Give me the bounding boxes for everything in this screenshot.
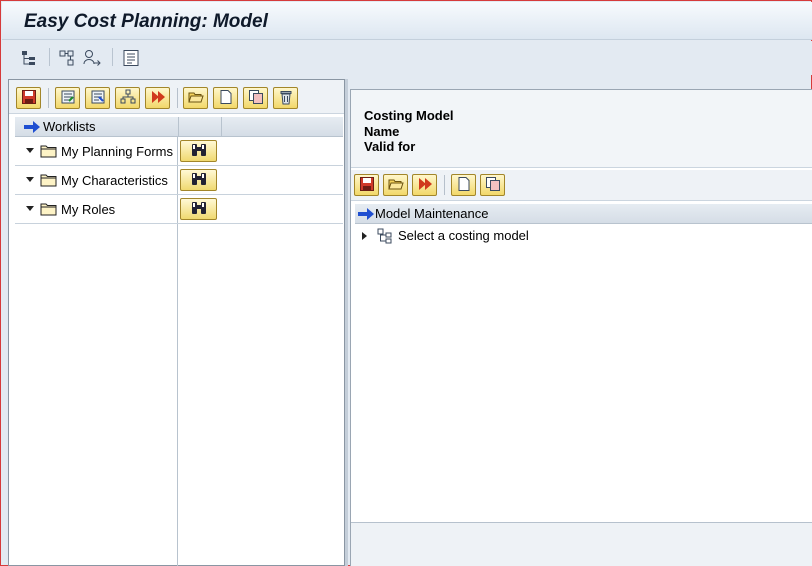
structure-icon[interactable] xyxy=(56,47,78,69)
open-folder-icon xyxy=(187,89,204,108)
toolbar-separator xyxy=(48,88,49,108)
new-document-button[interactable] xyxy=(451,174,476,196)
new-document-icon xyxy=(456,176,472,195)
new-document-icon xyxy=(218,89,234,108)
import-icon xyxy=(90,89,106,108)
toolbar-separator xyxy=(177,88,178,108)
model-pane: Costing Model Name Valid for Model Maint… xyxy=(350,89,812,566)
pane-splitter[interactable] xyxy=(345,79,348,566)
worklist-pane: Worklists My Planning Forms My Character… xyxy=(8,79,345,566)
copy-icon xyxy=(485,176,501,195)
costing-model-label: Costing Model xyxy=(364,108,454,123)
worklist-row-label[interactable]: My Characteristics xyxy=(61,173,168,188)
structure-icon xyxy=(377,228,393,247)
expand-triangle-icon[interactable] xyxy=(26,148,34,153)
binoculars-button[interactable] xyxy=(180,198,217,220)
worklist-toolbar xyxy=(9,80,344,114)
worklist-row-characteristics[interactable]: My Characteristics xyxy=(15,166,343,195)
column-divider xyxy=(221,117,222,137)
worklist-row-planning-forms[interactable]: My Planning Forms xyxy=(15,137,343,166)
open-folder-button[interactable] xyxy=(183,87,208,109)
delete-button[interactable] xyxy=(273,87,298,109)
binoculars-icon xyxy=(190,200,208,219)
binoculars-button[interactable] xyxy=(180,140,217,162)
trash-icon xyxy=(278,89,294,108)
execute-icon xyxy=(417,176,433,195)
arrow-right-icon xyxy=(357,207,375,224)
arrow-right-icon xyxy=(23,120,41,137)
copy-button[interactable] xyxy=(243,87,268,109)
column-divider xyxy=(178,117,179,137)
select-costing-model-node[interactable]: Select a costing model xyxy=(355,226,812,246)
window-frame: Easy Cost Planning: Model Worklists My P… xyxy=(0,0,812,566)
copy-icon xyxy=(248,89,264,108)
add-node-icon xyxy=(120,89,136,108)
new-document-button[interactable] xyxy=(213,87,238,109)
open-folder-button[interactable] xyxy=(383,174,408,196)
list-icon[interactable] xyxy=(120,47,142,69)
save-button[interactable] xyxy=(354,174,379,196)
expand-triangle-icon[interactable] xyxy=(26,206,34,211)
valid-for-label: Valid for xyxy=(364,139,416,154)
save-button[interactable] xyxy=(16,87,41,109)
import-button[interactable] xyxy=(85,87,110,109)
expand-triangle-icon[interactable] xyxy=(26,177,34,182)
folder-icon xyxy=(40,144,58,161)
toolbar-separator xyxy=(444,175,445,195)
worklist-row-label[interactable]: My Planning Forms xyxy=(61,144,173,159)
execute-button[interactable] xyxy=(145,87,170,109)
model-maintenance-label: Model Maintenance xyxy=(375,206,489,221)
save-icon xyxy=(359,176,375,195)
toolbar-separator xyxy=(112,48,113,66)
export-icon xyxy=(60,89,76,108)
execute-icon xyxy=(150,89,166,108)
expand-triangle-icon[interactable] xyxy=(362,232,367,240)
model-maintenance-header: Model Maintenance xyxy=(355,204,812,224)
folder-icon xyxy=(40,202,58,219)
binoculars-icon xyxy=(190,171,208,190)
add-node-button[interactable] xyxy=(115,87,140,109)
worklist-row-roles[interactable]: My Roles xyxy=(15,195,343,224)
copy-button[interactable] xyxy=(480,174,505,196)
model-bottom-area xyxy=(351,522,812,566)
name-label: Name xyxy=(364,124,400,139)
toolbar-separator xyxy=(49,48,50,66)
user-goto-icon[interactable] xyxy=(81,47,103,69)
worklist-header: Worklists xyxy=(15,117,343,137)
model-header: Costing Model Name Valid for xyxy=(351,90,812,168)
save-icon xyxy=(21,89,37,108)
folder-icon xyxy=(40,173,58,190)
worklist-row-label[interactable]: My Roles xyxy=(61,202,115,217)
model-toolbar xyxy=(351,170,812,201)
page-title: Easy Cost Planning: Model xyxy=(24,11,268,32)
binoculars-icon xyxy=(190,142,208,161)
hierarchy-tree-icon[interactable] xyxy=(18,47,40,69)
select-costing-model-label[interactable]: Select a costing model xyxy=(398,228,529,243)
execute-button[interactable] xyxy=(412,174,437,196)
worklist-header-label: Worklists xyxy=(43,119,96,134)
binoculars-button[interactable] xyxy=(180,169,217,191)
export-button[interactable] xyxy=(55,87,80,109)
open-folder-icon xyxy=(387,176,404,195)
title-bar: Easy Cost Planning: Model xyxy=(2,2,812,40)
